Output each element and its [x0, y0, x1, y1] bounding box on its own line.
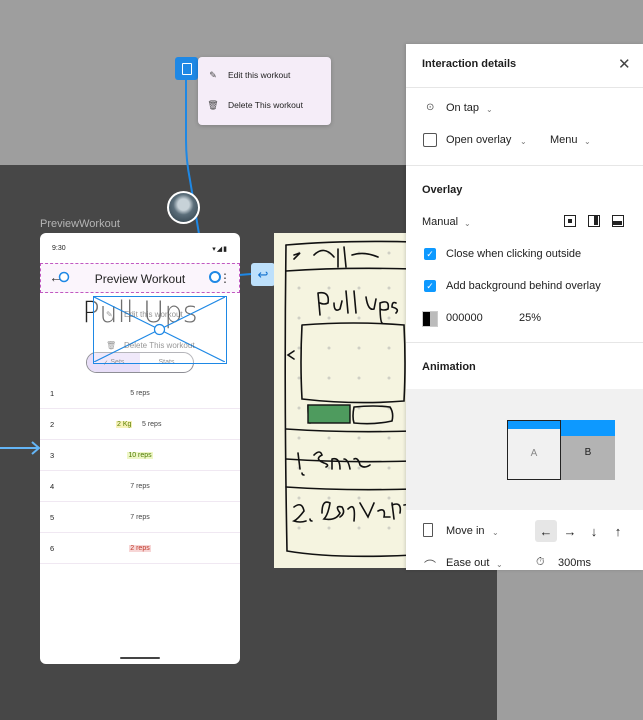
duration-input[interactable]: 300ms — [558, 557, 591, 569]
panel-title: Interaction details — [422, 58, 517, 70]
animation-heading: Animation — [422, 361, 476, 373]
close-icon[interactable]: ✕ — [618, 55, 631, 73]
chevron-down-icon[interactable]: ⌄ — [496, 560, 503, 569]
sketch-drawing — [284, 240, 414, 558]
animation-preview: A B — [406, 389, 643, 510]
overlay-heading: Overlay — [422, 184, 463, 196]
preview-frame-b: B — [561, 420, 615, 480]
direction-right-button[interactable]: → — [559, 520, 581, 542]
easing-curve-icon: ⌒ — [424, 559, 437, 573]
animation-type-dropdown[interactable]: Move in — [446, 525, 485, 537]
preview-frame-a: A — [507, 420, 561, 480]
chevron-down-icon[interactable]: ⌄ — [486, 105, 493, 114]
action-dropdown[interactable]: Open overlay — [446, 134, 511, 146]
align-right-icon[interactable] — [588, 215, 600, 227]
color-swatch[interactable] — [422, 311, 438, 327]
easing-dropdown[interactable]: Ease out — [446, 557, 489, 569]
direction-up-button[interactable]: ↑ — [607, 520, 629, 542]
handle-left — [58, 271, 70, 283]
direction-down-button[interactable]: ↓ — [583, 520, 605, 542]
position-dropdown[interactable]: Manual — [422, 216, 458, 228]
move-in-icon — [423, 523, 433, 537]
trigger-icon: ⊙ — [426, 102, 435, 113]
chevron-down-icon[interactable]: ⌄ — [492, 528, 499, 537]
trigger-dropdown[interactable]: On tap — [446, 102, 479, 114]
bg-opacity-value[interactable]: 25% — [519, 312, 541, 324]
chevron-down-icon[interactable]: ⌄ — [464, 219, 471, 228]
interaction-details-panel: Interaction details ✕ ⊙ On tap ⌄ Open ov… — [406, 44, 643, 573]
close-outside-label: Close when clicking outside — [446, 248, 582, 260]
direction-left-button[interactable]: ← — [535, 520, 557, 542]
sketch-sets-tab — [307, 404, 351, 424]
align-bottom-icon[interactable] — [612, 215, 624, 227]
back-action-icon[interactable]: ↩ — [251, 263, 275, 286]
chevron-down-icon[interactable]: ⌄ — [584, 137, 591, 146]
overlay-action-icon — [423, 133, 437, 147]
bg-color-value[interactable]: 000000 — [446, 312, 483, 324]
destination-dropdown[interactable]: Menu — [550, 134, 578, 146]
timer-icon: ⏱ — [536, 556, 545, 568]
wireframe-sketch-image — [274, 233, 414, 568]
add-background-label: Add background behind overlay — [446, 280, 601, 292]
align-center-icon[interactable] — [564, 215, 576, 227]
checkbox-close-outside[interactable]: ✓ — [424, 248, 436, 260]
chevron-down-icon[interactable]: ⌄ — [520, 137, 527, 146]
handle-right — [209, 271, 221, 283]
checkbox-add-background[interactable]: ✓ — [424, 280, 436, 292]
